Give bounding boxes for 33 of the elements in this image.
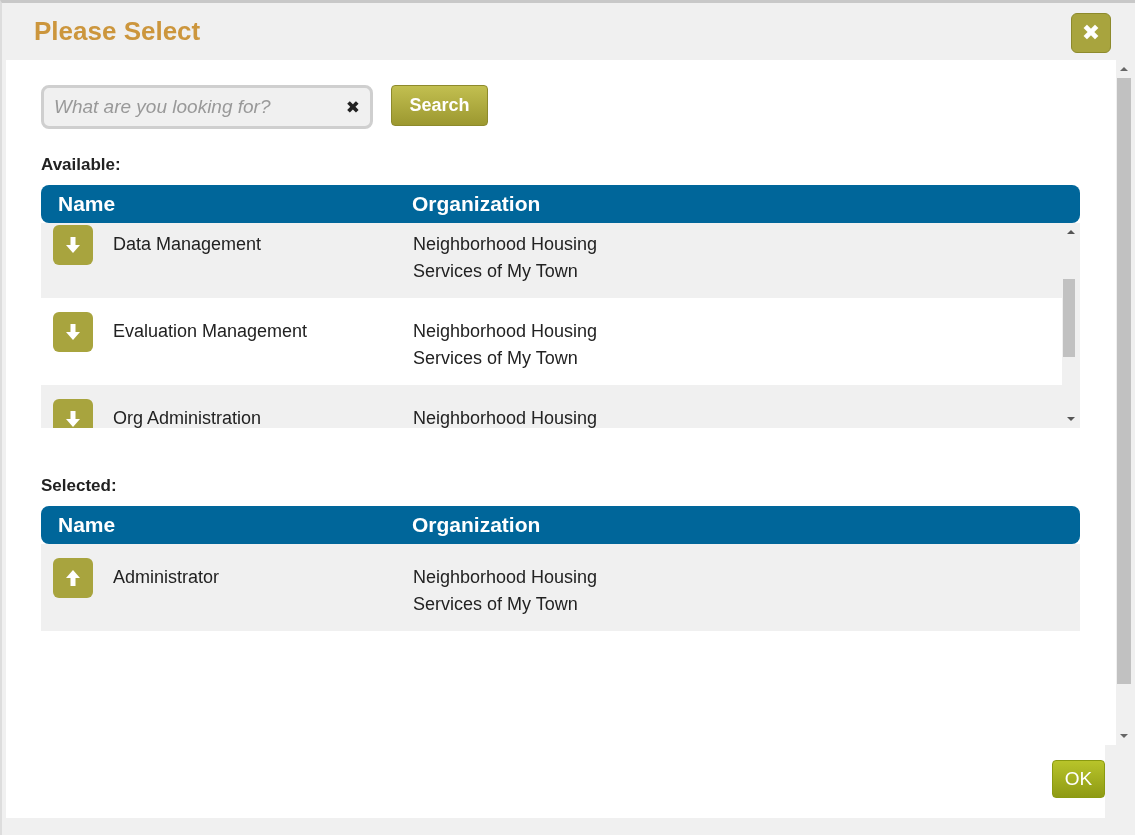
- column-header: Organization: [412, 513, 541, 537]
- dialog-title: Please Select: [34, 16, 201, 47]
- move-down-button[interactable]: [53, 225, 93, 265]
- scroll-down-icon[interactable]: [1067, 416, 1075, 422]
- close-button[interactable]: ✖: [1071, 12, 1111, 53]
- scroll-down-icon[interactable]: [1120, 733, 1128, 739]
- move-up-button[interactable]: [53, 558, 93, 598]
- section-label: Available:: [41, 155, 121, 175]
- move-down-button[interactable]: [53, 312, 93, 352]
- column-header: Name: [58, 513, 117, 537]
- name-cell-text: Evaluation Management: [113, 320, 309, 343]
- organization-cell-text: Neighborhood Housing Services of My Town: [413, 566, 599, 616]
- column-header: Organization: [412, 192, 541, 216]
- ok-button[interactable]: OK: [1052, 760, 1105, 798]
- organization-cell-text: Neighborhood Housing: [413, 407, 599, 428]
- section-label: Selected:: [41, 476, 117, 496]
- scroll-up-icon[interactable]: [1067, 229, 1075, 235]
- organization-cell-text: Neighborhood Housing Services of My Town: [413, 233, 599, 283]
- arrow-down-icon: [63, 409, 83, 428]
- scrollbar[interactable]: [1062, 223, 1080, 428]
- name-cell-text: Administrator: [113, 566, 221, 589]
- name-cell-text: Org Administration: [113, 407, 263, 428]
- move-down-button[interactable]: [53, 399, 93, 428]
- clear-icon[interactable]: ✖: [345, 97, 360, 117]
- search-button[interactable]: Search: [391, 85, 488, 126]
- name-cell-text: Data Management: [113, 233, 263, 256]
- arrow-up-icon: [63, 568, 83, 588]
- scroll-up-icon[interactable]: [1120, 66, 1128, 72]
- column-header: Name: [58, 192, 117, 216]
- arrow-down-icon: [63, 322, 83, 342]
- organization-cell-text: Neighborhood Housing Services of My Town: [413, 320, 599, 370]
- arrow-down-icon: [63, 235, 83, 255]
- search-field[interactable]: What are you looking for? ✖: [41, 85, 373, 129]
